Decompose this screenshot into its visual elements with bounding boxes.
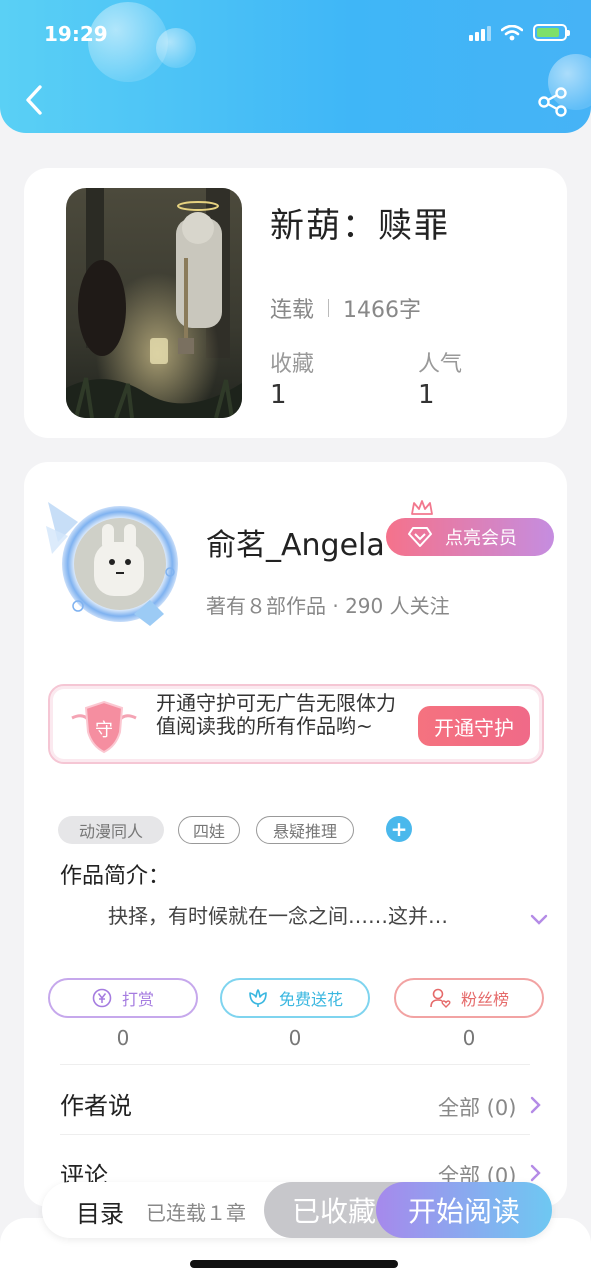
open-guard-button[interactable]: 开通守护 bbox=[418, 706, 530, 746]
book-info-card: 新葫：赎罪 连载 1466字 收藏 1 人气 1 bbox=[24, 168, 567, 438]
home-indicator bbox=[190, 1260, 398, 1268]
chevron-right-icon[interactable] bbox=[530, 1096, 542, 1114]
tag-chip[interactable]: 四娃 bbox=[178, 816, 240, 844]
share-icon[interactable] bbox=[537, 86, 569, 118]
diamond-icon bbox=[408, 527, 432, 547]
start-reading-label: 开始阅读 bbox=[407, 1195, 520, 1228]
yen-coin-icon bbox=[92, 988, 112, 1008]
book-cover-image[interactable] bbox=[66, 188, 242, 418]
fan-user-icon bbox=[430, 988, 451, 1008]
author-says-label[interactable]: 作者说 bbox=[60, 1086, 132, 1121]
header-bar: 19:29 bbox=[0, 0, 591, 133]
wifi-icon bbox=[501, 24, 523, 40]
fan-ranking-label: 粉丝榜 bbox=[460, 990, 509, 1009]
fan-count: 0 bbox=[462, 1026, 476, 1050]
cellular-signal-icon bbox=[469, 25, 491, 41]
send-flower-label: 免费送花 bbox=[278, 990, 343, 1009]
flower-count: 0 bbox=[288, 1026, 302, 1050]
guard-badge-text: 守 bbox=[95, 720, 113, 741]
guard-promo-banner: 守 开通守护可无广告无限体力值阅读我的所有作品哟~ 开通守护 bbox=[48, 684, 544, 764]
book-title: 新葫：赎罪 bbox=[270, 206, 450, 246]
start-reading-button[interactable]: 开始阅读 bbox=[376, 1182, 552, 1238]
send-flower-button[interactable]: 免费送花 bbox=[220, 978, 370, 1018]
back-arrow-icon[interactable] bbox=[20, 82, 50, 118]
vip-member-label: 点亮会员 bbox=[445, 528, 517, 549]
vip-member-button[interactable]: 点亮会员 bbox=[386, 518, 554, 556]
favorited-label: 已收藏 bbox=[291, 1195, 376, 1228]
chapter-count: 已连载１章 bbox=[146, 1201, 246, 1225]
flower-icon bbox=[249, 989, 267, 1007]
popularity-value: 1 bbox=[418, 380, 435, 410]
status-icons bbox=[469, 24, 570, 41]
battery-icon bbox=[533, 24, 570, 41]
word-count: 1466字 bbox=[343, 298, 422, 323]
fan-ranking-button[interactable]: 粉丝榜 bbox=[394, 978, 544, 1018]
decorative-bubble bbox=[156, 28, 196, 68]
serial-status: 连载 bbox=[270, 298, 315, 323]
intro-title: 作品简介： bbox=[60, 864, 171, 889]
status-time: 19:29 bbox=[44, 22, 108, 46]
chevron-right-icon[interactable] bbox=[530, 1164, 542, 1182]
meta-divider bbox=[328, 299, 330, 317]
crown-icon bbox=[411, 500, 433, 515]
favorites-label: 收藏 bbox=[270, 352, 315, 377]
favorites-value: 1 bbox=[270, 380, 287, 410]
author-avatar[interactable] bbox=[38, 482, 188, 632]
author-stats: 著有８部作品 · 290 人关注 bbox=[206, 594, 450, 618]
author-card: 俞茗_Angela 点亮会员 著有８部作品 · 290 人关注 守 开通守护可无… bbox=[24, 462, 567, 1207]
divider bbox=[60, 1134, 530, 1135]
tag-chip[interactable]: 悬疑推理 bbox=[256, 816, 354, 844]
book-meta: 连载 1466字 bbox=[270, 292, 421, 324]
divider bbox=[60, 1064, 530, 1065]
intro-text: 抉择，有时候就在一念之间……这并… bbox=[108, 904, 448, 928]
author-says-all[interactable]: 全部 (0) bbox=[438, 1092, 516, 1122]
popularity-label: 人气 bbox=[418, 352, 463, 377]
table-of-contents-button[interactable]: 目录 bbox=[76, 1194, 124, 1229]
guard-promo-text: 开通守护可无广告无限体力值阅读我的所有作品哟~ bbox=[156, 691, 396, 738]
tip-label: 打赏 bbox=[121, 990, 154, 1009]
tip-count: 0 bbox=[116, 1026, 130, 1050]
add-tag-icon[interactable]: + bbox=[386, 816, 412, 842]
expand-chevron-down-icon[interactable] bbox=[530, 914, 548, 926]
guard-shield-icon: 守 bbox=[71, 700, 137, 754]
author-name[interactable]: 俞茗_Angela bbox=[206, 520, 385, 564]
tag-chip[interactable]: 动漫同人 bbox=[58, 816, 164, 844]
tip-button[interactable]: 打赏 bbox=[48, 978, 198, 1018]
